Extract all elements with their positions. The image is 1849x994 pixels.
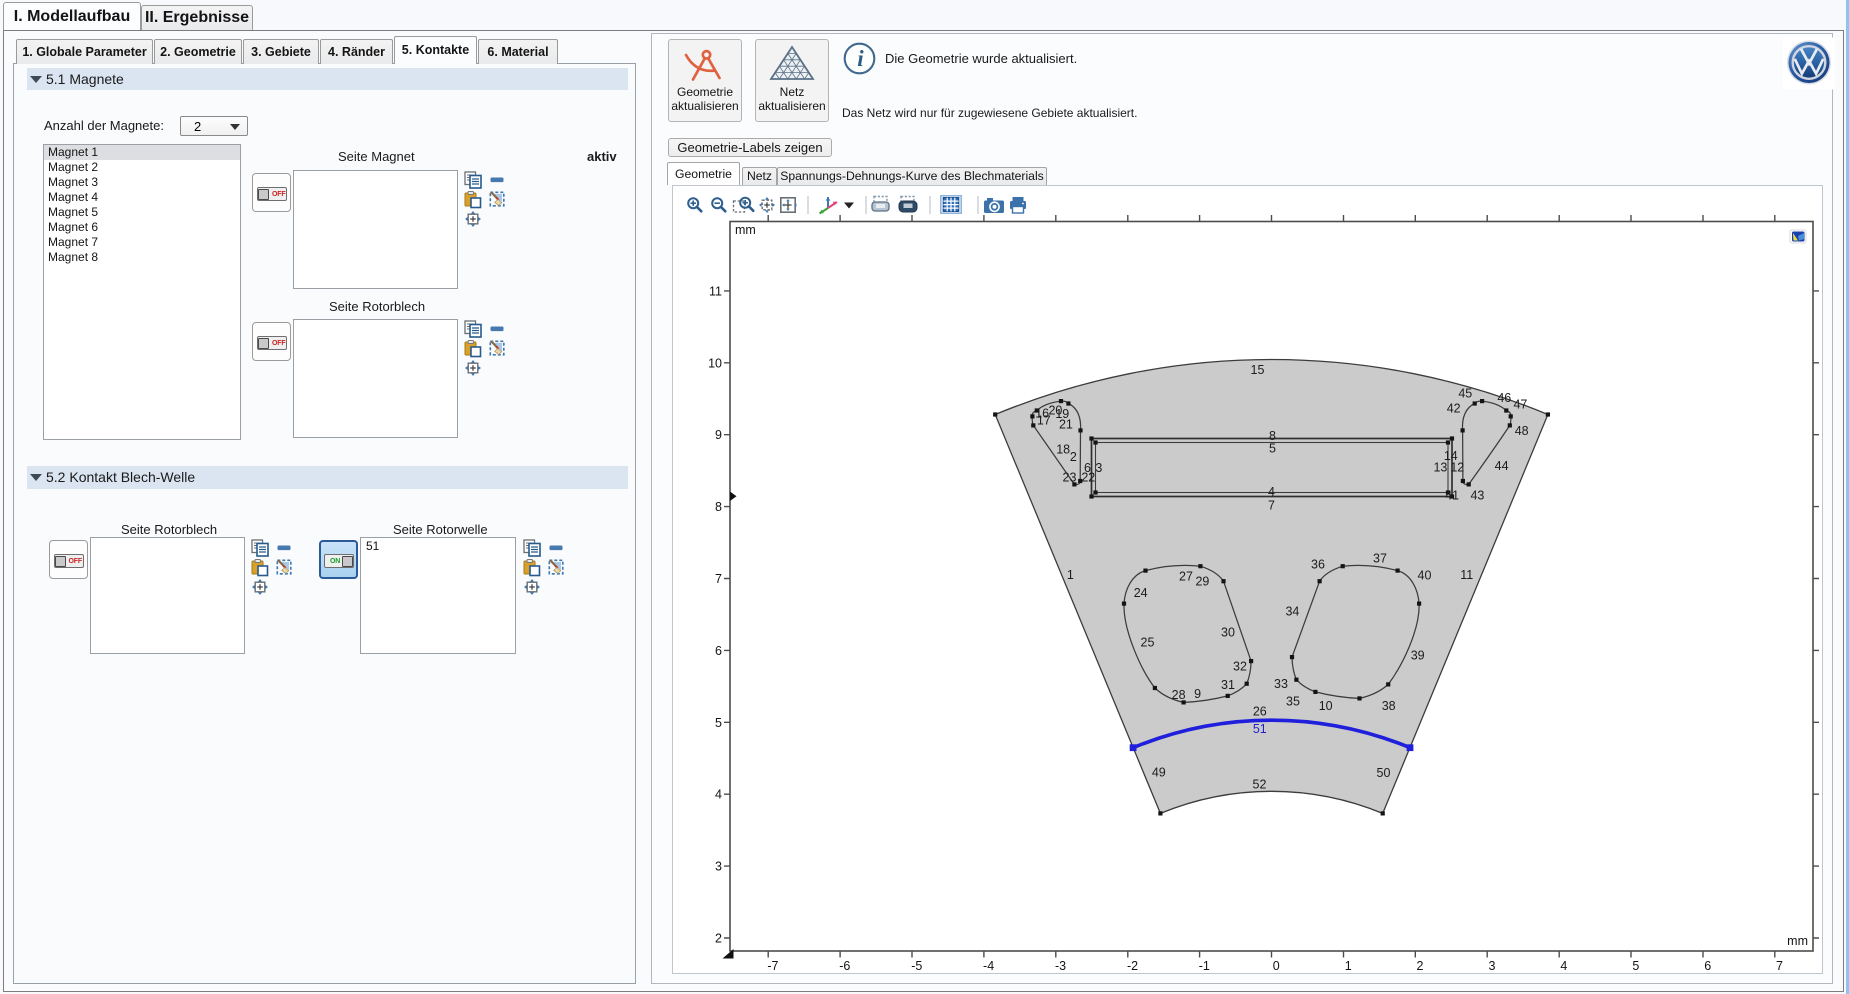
svg-text:i: i xyxy=(857,46,864,71)
